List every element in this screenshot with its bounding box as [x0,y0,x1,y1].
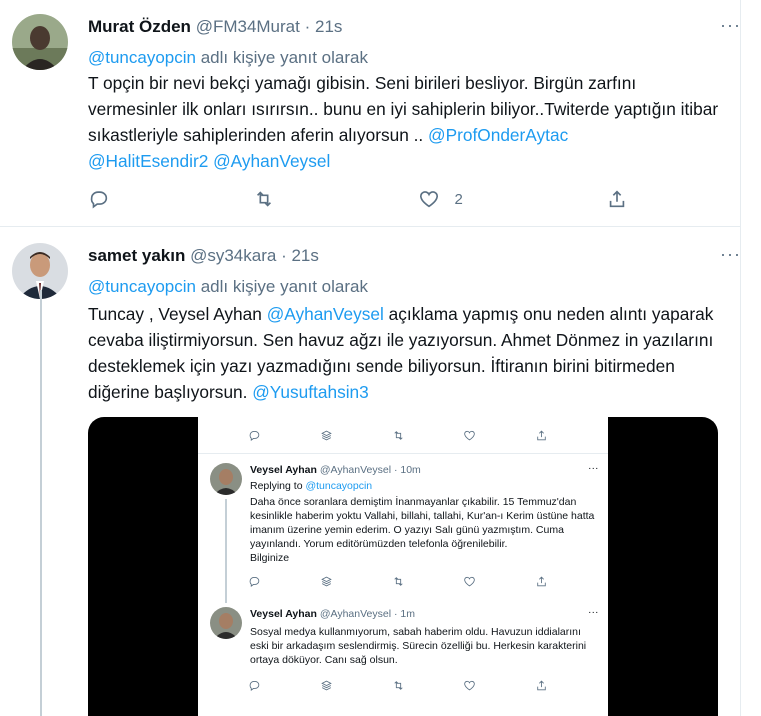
timestamp[interactable]: 21s [315,17,342,36]
embedded-text: Daha önce soranlara demiştim İnanmayanla… [250,495,600,565]
layers-icon [320,430,332,441]
comment-icon [90,191,108,209]
replying-to: Replying to @tuncayopcin [250,479,372,493]
like-icon [420,191,439,208]
avatar-image [12,14,68,70]
like-icon [464,430,476,441]
embedded-actions [248,429,548,442]
tweet-text: Tuncay , Veysel Ayhan @AyhanVeysel açıkl… [88,301,728,405]
avatar-image [210,607,242,639]
media-screenshot: Veysel Ayhan @AyhanVeysel · 10m ··· Repl… [198,417,608,716]
more-icon: ··· [588,462,599,474]
retweet-icon [257,191,272,207]
embedded-actions [248,679,548,692]
tweet-actions: 2 [88,188,628,210]
tweet-body: Tuncay , Veysel Ayhan [88,304,267,324]
avatar[interactable] [12,14,68,70]
replying-to-label: adlı kişiye yanıt olarak [196,277,368,296]
replying-to-link: @tuncayopcin [305,480,373,492]
share-icon [537,576,546,587]
more-icon: ··· [588,606,599,618]
retweet-icon [393,681,403,690]
separator-dot: · [281,246,287,265]
display-name[interactable]: Murat Özden [88,17,191,36]
user-handle: @AyhanVeysel [319,464,392,476]
embedded-header: Veysel Ayhan @AyhanVeysel · 10m [250,463,421,477]
share-icon [609,190,625,208]
mention-link[interactable]: @AyhanVeysel [267,304,384,324]
share-button[interactable] [606,188,628,210]
replying-to: @tuncayopcin adlı kişiye yanıt olarak [88,48,368,68]
comment-icon [249,577,260,587]
layers-icon [320,680,332,691]
like-icon [464,680,476,691]
timestamp: · 10m [393,464,421,476]
embedded-body: Sosyal medya kullanmıyorum, sabah haberi… [250,626,587,666]
tweet-header: samet yakın @sy34kara · 21s [88,246,319,266]
timeline-border [740,0,741,716]
share-icon [537,430,546,441]
retweet-icon [393,577,403,586]
thread-line [40,290,42,716]
embedded-actions [248,575,548,588]
separator-dot: · [304,17,311,36]
replying-to: @tuncayopcin adlı kişiye yanıt olarak [88,277,368,297]
display-name[interactable]: samet yakın [88,246,185,265]
mention-link[interactable]: @AyhanVeysel [213,151,330,171]
avatar [210,607,242,639]
user-handle: @AyhanVeysel [319,608,392,620]
layers-icon [320,576,332,587]
like-button[interactable]: 2 [418,188,463,210]
more-icon[interactable]: ··· [720,15,741,36]
mention-link[interactable]: @Yusuftahsin3 [252,382,369,402]
timestamp: · 1m [393,608,415,620]
replying-to-link[interactable]: @tuncayopcin [88,48,196,67]
embedded-divider [198,453,608,454]
replying-to-link[interactable]: @tuncayopcin [88,277,196,296]
mention-link[interactable]: @HalitEsendir2 [88,151,208,171]
tweet-divider [0,226,740,227]
replying-to-label: adlı kişiye yanıt olarak [196,48,368,67]
comment-icon [249,681,260,691]
user-handle[interactable]: @FM34Murat [196,17,300,36]
avatar [210,463,242,495]
retweet-icon [393,431,403,440]
like-count: 2 [454,190,463,208]
embedded-body: Daha önce soranlara demiştim İnanmayanla… [250,496,595,550]
thread-line [225,499,227,603]
timestamp[interactable]: 21s [291,246,318,265]
replying-to-label: Replying to [250,480,306,492]
display-name: Veysel Ayhan [250,608,317,620]
tweet-text: T opçin bir nevi bekçi yamağı gibisin. S… [88,70,728,174]
embedded-header: Veysel Ayhan @AyhanVeysel · 1m [250,607,415,621]
tweet-body: T opçin bir nevi bekçi yamağı gibisin. S… [88,73,719,145]
embedded-body: Bilginize [250,552,290,564]
user-handle[interactable]: @sy34kara [190,246,276,265]
avatar-image [210,463,242,495]
tweet-media[interactable]: Veysel Ayhan @AyhanVeysel · 10m ··· Repl… [88,417,718,716]
more-icon[interactable]: ··· [720,244,741,265]
comment-icon [249,431,260,441]
embedded-text: Sosyal medya kullanmıyorum, sabah haberi… [250,625,600,667]
reply-button[interactable] [88,188,110,210]
share-icon [537,680,546,691]
mention-link[interactable]: @ProfOnderAytac [428,125,568,145]
like-icon [464,576,476,587]
retweet-button[interactable] [253,188,275,210]
tweet-header: Murat Özden @FM34Murat · 21s [88,17,342,37]
display-name: Veysel Ayhan [250,464,317,476]
